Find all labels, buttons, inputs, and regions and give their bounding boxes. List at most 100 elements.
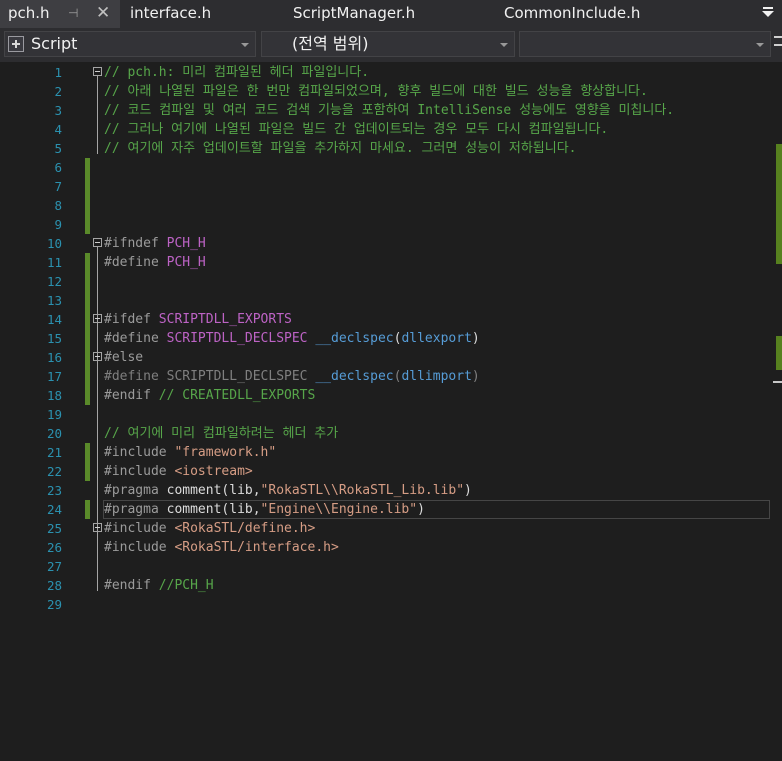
code-token: ) — [417, 502, 425, 517]
code-token: "RokaSTL\\RokaSTL_Lib.lib" — [260, 483, 465, 498]
line-number: 8 — [54, 198, 62, 213]
collapse-icon[interactable] — [93, 314, 102, 323]
split-view-icon[interactable] — [774, 36, 782, 46]
collapse-icon[interactable] — [93, 352, 102, 361]
project-dropdown-value: Script — [31, 34, 78, 53]
line-number: 24 — [46, 502, 62, 517]
code-line[interactable]: 20 // 여기에 미리 컴파일하려는 헤더 추가 — [0, 424, 770, 443]
project-dropdown[interactable]: Script — [4, 31, 256, 57]
code-line[interactable]: 9 — [0, 215, 770, 234]
code-text: #include <RokaSTL/define.h> — [104, 519, 315, 538]
member-dropdown[interactable] — [519, 31, 771, 57]
line-number: 28 — [46, 578, 62, 593]
code-line[interactable]: 14 #ifdef SCRIPTDLL_EXPORTS — [0, 310, 770, 329]
line-number: 4 — [54, 122, 62, 137]
tab-interface-h[interactable]: interface.h — [122, 0, 272, 28]
code-line[interactable]: 28 #endif //PCH_H — [0, 576, 770, 595]
code-line[interactable]: 13 — [0, 291, 770, 310]
code-token: #ifdef — [104, 312, 159, 327]
code-token: PCH_H — [166, 236, 206, 251]
tab-pch-h[interactable]: pch.h ⊣ ✕ — [0, 0, 120, 30]
code-token: // pch.h: 미리 컴파일된 헤더 파일입니다. — [104, 65, 370, 80]
code-token: #ifndef — [104, 236, 167, 251]
code-token: #define — [104, 331, 167, 346]
code-line[interactable]: 6 — [0, 158, 770, 177]
project-icon — [8, 36, 24, 52]
line-number: 6 — [54, 160, 62, 175]
change-marker — [776, 336, 782, 370]
vertical-scrollbar[interactable] — [771, 62, 782, 761]
line-number: 9 — [54, 217, 62, 232]
code-line[interactable]: 16 #else — [0, 348, 770, 367]
code-line[interactable]: 21 #include "framework.h" — [0, 443, 770, 462]
code-line[interactable]: 19 — [0, 405, 770, 424]
code-line[interactable]: 17 #define SCRIPTDLL_DECLSPEC __declspec(… — [0, 367, 770, 386]
code-token: comment(lib, — [166, 483, 261, 498]
code-line[interactable]: 4 // 그러나 여기에 나열된 파일은 빌드 간 업데이트되는 경우 모두 다시… — [0, 120, 770, 139]
code-token: #include — [104, 521, 175, 536]
code-line[interactable]: 2 // 아래 나열된 파일은 한 번만 컴파일되었으며, 향후 빌드에 대한 빌… — [0, 82, 770, 101]
code-token: <RokaSTL/define.h> — [174, 521, 316, 536]
code-token: <iostream> — [174, 464, 253, 479]
code-line[interactable]: 23 #pragma comment(lib,"RokaSTL\\RokaSTL_… — [0, 481, 770, 500]
code-text: // 코드 컴파일 및 여러 코드 검색 기능을 포함하여 IntelliSen… — [104, 101, 674, 120]
code-line[interactable]: 5 // 여기에 자주 업데이트할 파일을 추가하지 마세요. 그러면 성능이 저… — [0, 139, 770, 158]
code-line[interactable]: 18 #endif // CREATEDLL_EXPORTS — [0, 386, 770, 405]
line-number: 26 — [46, 540, 62, 555]
code-line[interactable]: 1 // pch.h: 미리 컴파일된 헤더 파일입니다. — [0, 63, 770, 82]
change-indicator — [85, 291, 90, 310]
code-line[interactable]: 7 — [0, 177, 770, 196]
code-editor[interactable]: 1 // pch.h: 미리 컴파일된 헤더 파일입니다. 2 // 아래 나열된 파… — [0, 62, 782, 761]
code-token: dllexport — [401, 331, 472, 346]
pin-icon[interactable]: ⊣ — [68, 0, 78, 26]
code-token: PCH_H — [166, 255, 206, 270]
tab-label: pch.h — [8, 4, 50, 22]
code-line[interactable]: 22 #include <iostream> — [0, 462, 770, 481]
code-text: #define SCRIPTDLL_DECLSPEC __declspec(dl… — [104, 329, 480, 348]
collapse-icon[interactable] — [93, 67, 102, 76]
code-line[interactable]: 25 #include <RokaSTL/define.h> — [0, 519, 770, 538]
code-token: //PCH_H — [158, 578, 214, 593]
change-indicator — [85, 329, 90, 348]
tab-list-dropdown-icon[interactable] — [758, 0, 778, 26]
line-number: 29 — [46, 597, 62, 612]
code-text: // 여기에 자주 업데이트할 파일을 추가하지 마세요. 그러면 성능이 저하… — [104, 139, 577, 158]
code-text: // pch.h: 미리 컴파일된 헤더 파일입니다. — [104, 63, 369, 82]
code-token: <RokaSTL/interface.h> — [174, 540, 339, 555]
change-indicator — [85, 158, 90, 177]
code-token: SCRIPTDLL_DECLSPEC — [166, 369, 316, 384]
code-token: comment(lib, — [166, 502, 261, 517]
code-line[interactable]: 11 #define PCH_H — [0, 253, 770, 272]
code-token: ) — [471, 331, 480, 346]
line-number: 3 — [54, 103, 62, 118]
tab-commoninclude-h[interactable]: CommonInclude.h — [496, 0, 726, 28]
close-icon[interactable]: ✕ — [96, 0, 110, 26]
code-line[interactable]: 10 #ifndef PCH_H — [0, 234, 770, 253]
line-number: 5 — [54, 141, 62, 156]
code-line[interactable]: 27 — [0, 557, 770, 576]
scope-dropdown[interactable]: (전역 범위) — [261, 31, 515, 57]
code-line[interactable]: 3 // 코드 컴파일 및 여러 코드 검색 기능을 포함하여 IntelliSe… — [0, 101, 770, 120]
collapse-icon[interactable] — [93, 523, 102, 532]
code-line[interactable]: 26 #include <RokaSTL/interface.h> — [0, 538, 770, 557]
code-text: // 여기에 미리 컴파일하려는 헤더 추가 — [104, 424, 338, 443]
code-line[interactable]: 12 — [0, 272, 770, 291]
collapse-icon[interactable] — [93, 238, 102, 247]
code-token: #pragma — [104, 483, 167, 498]
code-text: #endif // CREATEDLL_EXPORTS — [104, 386, 315, 405]
code-line[interactable]: 29 — [0, 595, 770, 614]
tab-scriptmanager-h[interactable]: ScriptManager.h — [285, 0, 485, 28]
line-number: 21 — [46, 445, 62, 460]
line-number: 13 — [46, 293, 62, 308]
code-token: #define — [104, 369, 167, 384]
change-indicator — [85, 386, 90, 405]
change-indicator — [85, 348, 90, 367]
code-text: #pragma comment(lib,"RokaSTL\\RokaSTL_Li… — [104, 481, 472, 500]
code-line[interactable]: 24 #pragma comment(lib,"Engine\\Engine.li… — [0, 500, 770, 519]
code-token: __declspec — [315, 331, 394, 346]
line-number: 20 — [46, 426, 62, 441]
line-number: 14 — [46, 312, 62, 327]
code-line[interactable]: 8 — [0, 196, 770, 215]
tab-label: ScriptManager.h — [293, 4, 416, 22]
code-line[interactable]: 15 #define SCRIPTDLL_DECLSPEC __declspec(… — [0, 329, 770, 348]
